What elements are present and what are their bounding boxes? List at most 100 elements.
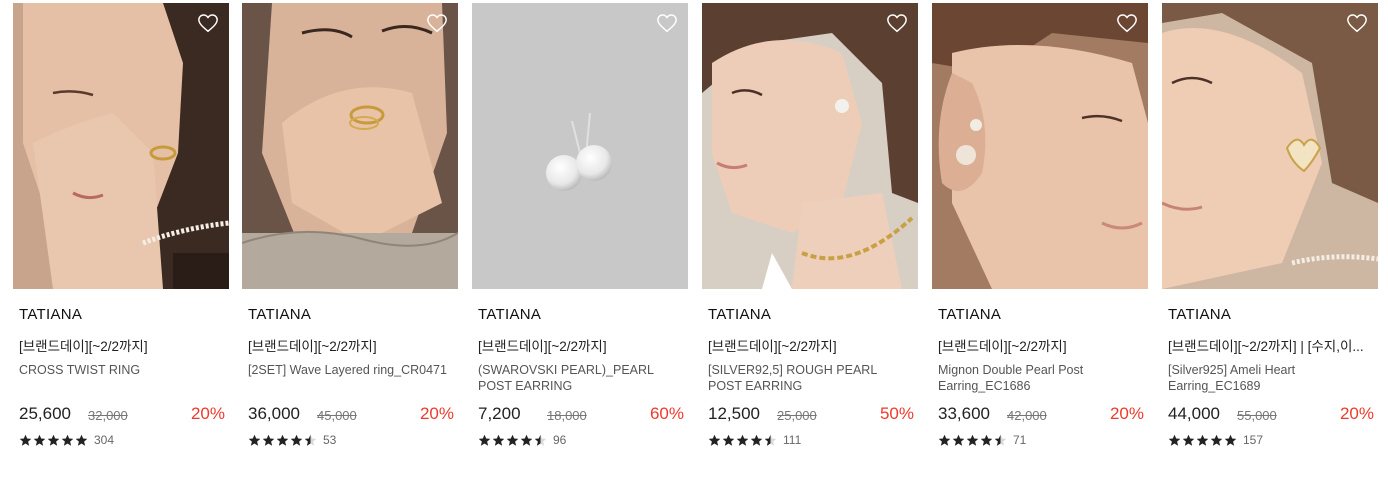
promo-text: [브랜드데이][~2/2까지] | [수지,이... <box>1168 339 1364 354</box>
star-icon <box>290 434 303 446</box>
star-icon <box>33 434 46 446</box>
promo-text: [브랜드데이][~2/2까지] <box>478 339 607 354</box>
sale-price: 12,500 <box>708 404 760 423</box>
promo-text: [브랜드데이][~2/2까지] <box>938 339 1067 354</box>
product-name[interactable]: Mignon Double Pearl Post Earring_EC1686 <box>938 362 1138 394</box>
star-icon <box>75 434 88 446</box>
rating: 111 <box>708 433 801 447</box>
discount-rate: 20% <box>190 404 225 423</box>
brand-name[interactable]: TATIANA <box>248 306 311 323</box>
heart-outline-icon[interactable] <box>1346 12 1368 34</box>
star-icon <box>952 434 965 446</box>
product-image[interactable] <box>1162 3 1378 289</box>
review-count: 304 <box>94 433 115 447</box>
star-icon <box>966 434 979 446</box>
promo-text: [브랜드데이][~2/2까지] <box>708 339 837 354</box>
product-name[interactable]: [Silver925] Ameli Heart Earring_EC1689 <box>1168 362 1368 394</box>
product-name[interactable]: [2SET] Wave Layered ring_CR0471 <box>248 362 448 378</box>
heart-outline-icon[interactable] <box>426 12 448 34</box>
product-card[interactable]: TATIANA [브랜드데이][~2/2까지] (SWAROVSKI PEARL… <box>472 3 688 463</box>
sale-price: 7,200 <box>478 404 521 423</box>
discount-rate: 20% <box>1339 404 1374 423</box>
product-image[interactable] <box>702 3 918 289</box>
brand-name[interactable]: TATIANA <box>708 306 771 323</box>
star-icon <box>1210 434 1223 446</box>
rating-stars <box>478 434 548 447</box>
review-count: 71 <box>1013 433 1027 447</box>
star-icon <box>47 434 60 446</box>
product-name[interactable]: [SILVER92,5] ROUGH PEARL POST EARRING <box>708 362 908 394</box>
star-icon <box>506 434 519 446</box>
review-count: 53 <box>323 433 337 447</box>
original-price: 32,000 <box>88 408 128 423</box>
star-icon <box>1196 434 1209 446</box>
rating: 304 <box>19 433 114 447</box>
star-icon <box>276 434 289 446</box>
rating-stars <box>938 434 1008 447</box>
discount-rate: 20% <box>1109 404 1144 423</box>
star-icon <box>478 434 491 446</box>
product-image[interactable] <box>13 3 229 289</box>
star-icon <box>61 434 74 446</box>
rating: 157 <box>1168 433 1263 447</box>
star-icon <box>492 434 505 446</box>
product-image[interactable] <box>932 3 1148 289</box>
product-card[interactable]: TATIANA [브랜드데이][~2/2까지] | [수지,이... [Silv… <box>1162 3 1378 463</box>
review-count: 157 <box>1243 433 1264 447</box>
discount-rate: 60% <box>649 404 684 423</box>
sale-price: 33,600 <box>938 404 990 423</box>
star-icon <box>708 434 721 446</box>
original-price: 42,000 <box>1007 408 1047 423</box>
original-price: 55,000 <box>1237 408 1277 423</box>
heart-outline-icon[interactable] <box>197 12 219 34</box>
star-icon <box>750 434 763 446</box>
rating: 96 <box>478 433 566 447</box>
star-icon <box>938 434 951 446</box>
heart-outline-icon[interactable] <box>656 12 678 34</box>
brand-name[interactable]: TATIANA <box>478 306 541 323</box>
product-image[interactable] <box>242 3 458 289</box>
rating-stars <box>19 434 89 447</box>
heart-outline-icon[interactable] <box>886 12 908 34</box>
product-name[interactable]: (SWAROVSKI PEARL)_PEARL POST EARRING <box>478 362 678 394</box>
product-card[interactable]: TATIANA [브랜드데이][~2/2까지] [2SET] Wave Laye… <box>242 3 458 463</box>
promo-text: [브랜드데이][~2/2까지] <box>19 339 148 354</box>
brand-name[interactable]: TATIANA <box>19 306 82 323</box>
rating: 53 <box>248 433 336 447</box>
original-price: 18,000 <box>547 408 587 423</box>
star-icon <box>262 434 275 446</box>
product-name[interactable]: CROSS TWIST RING <box>19 362 219 378</box>
star-icon <box>994 434 1007 446</box>
discount-rate: 50% <box>879 404 914 423</box>
star-icon <box>304 434 317 446</box>
product-image[interactable] <box>472 3 688 289</box>
star-icon <box>19 434 32 446</box>
review-count: 111 <box>783 433 802 447</box>
star-icon <box>764 434 777 446</box>
brand-name[interactable]: TATIANA <box>938 306 1001 323</box>
original-price: 45,000 <box>317 408 357 423</box>
original-price: 25,000 <box>777 408 817 423</box>
star-icon <box>736 434 749 446</box>
rating-stars <box>1168 434 1238 447</box>
rating-stars <box>248 434 318 447</box>
product-card[interactable]: TATIANA [브랜드데이][~2/2까지] [SILVER92,5] ROU… <box>702 3 918 463</box>
star-icon <box>1224 434 1237 446</box>
sale-price: 25,600 <box>19 404 71 423</box>
product-grid: TATIANA [브랜드데이][~2/2까지] CROSS TWIST RING… <box>0 0 1388 480</box>
promo-text: [브랜드데이][~2/2까지] <box>248 339 377 354</box>
star-icon <box>534 434 547 446</box>
heart-outline-icon[interactable] <box>1116 12 1138 34</box>
star-icon <box>248 434 261 446</box>
star-icon <box>520 434 533 446</box>
product-card[interactable]: TATIANA [브랜드데이][~2/2까지] Mignon Double Pe… <box>932 3 1148 463</box>
star-icon <box>1168 434 1181 446</box>
product-card[interactable]: TATIANA [브랜드데이][~2/2까지] CROSS TWIST RING… <box>13 3 229 463</box>
rating: 71 <box>938 433 1026 447</box>
sale-price: 36,000 <box>248 404 300 423</box>
discount-rate: 20% <box>419 404 454 423</box>
star-icon <box>722 434 735 446</box>
star-icon <box>980 434 993 446</box>
star-icon <box>1182 434 1195 446</box>
brand-name[interactable]: TATIANA <box>1168 306 1231 323</box>
